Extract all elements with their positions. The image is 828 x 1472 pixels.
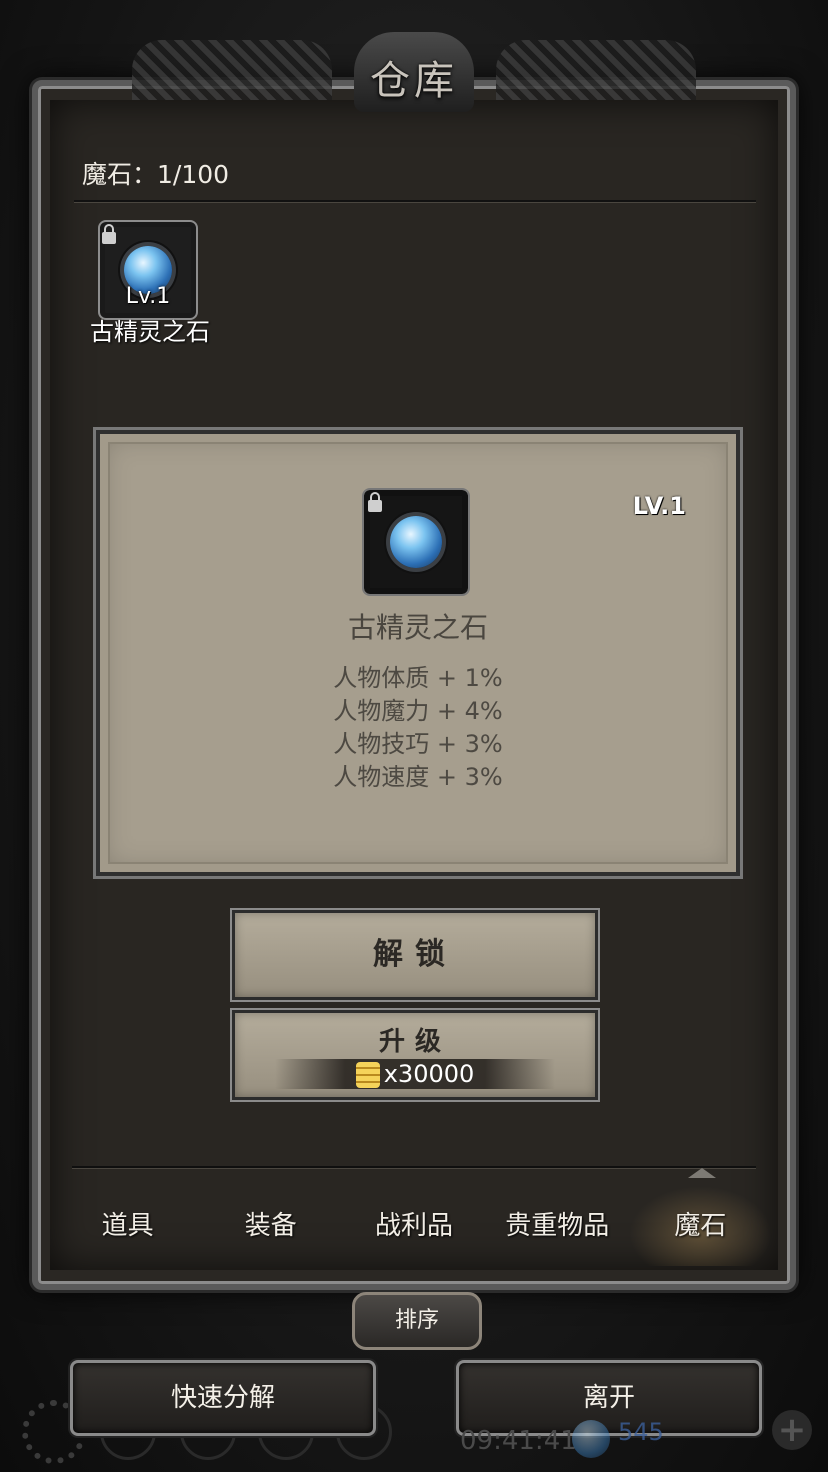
stat-constitution: 人物体质 + 1% xyxy=(333,664,503,692)
leave-button[interactable]: 离开 xyxy=(456,1360,762,1436)
active-tab-indicator-icon xyxy=(688,1168,716,1178)
category-tabs: 道具 装备 战利品 贵重物品 魔石 xyxy=(56,1186,773,1266)
sort-button[interactable]: 排序 xyxy=(352,1292,482,1350)
blue-magic-stone-icon xyxy=(390,516,442,568)
lock-icon xyxy=(102,224,116,244)
gold-coin-icon xyxy=(355,1062,380,1088)
stat-list: 人物体质 + 1% 人物魔力 + 4% 人物技巧 + 3% 人物速度 + 3% xyxy=(100,662,736,794)
detail-level: LV.1 xyxy=(632,492,686,520)
item-slot-ancient-elf-stone[interactable]: Lv.1 xyxy=(98,220,198,320)
lock-icon xyxy=(368,492,382,512)
tab-valuables[interactable]: 贵重物品 xyxy=(486,1186,629,1266)
gem-currency-icon xyxy=(572,1420,610,1458)
unlock-label: 解锁 xyxy=(373,937,457,972)
upgrade-label: 升级 xyxy=(378,1027,451,1057)
add-currency-icon[interactable]: + xyxy=(772,1410,812,1450)
tab-divider xyxy=(72,1166,756,1168)
stone-capacity: 魔石：1/100 xyxy=(82,160,230,189)
divider xyxy=(74,200,756,202)
detail-item-icon-slot xyxy=(362,488,470,596)
tab-items[interactable]: 道具 xyxy=(56,1186,199,1266)
stat-skill: 人物技巧 + 3% xyxy=(333,730,503,758)
upgrade-button[interactable]: 升级 x30000 xyxy=(232,1010,598,1100)
slot-item-name: 古精灵之石 xyxy=(90,318,210,346)
window-title: 仓库 xyxy=(370,58,458,104)
quick-decompose-button[interactable]: 快速分解 xyxy=(70,1360,376,1436)
clock: 09:41:41 xyxy=(460,1426,577,1456)
tab-magic-stones[interactable]: 魔石 xyxy=(628,1186,773,1266)
stat-magic: 人物魔力 + 4% xyxy=(333,697,503,725)
slot-level: Lv.1 xyxy=(125,284,171,309)
detail-item-name: 古精灵之石 xyxy=(347,611,488,644)
unlock-button[interactable]: 解锁 xyxy=(232,910,598,1000)
item-detail-panel: LV.1 古精灵之石 人物体质 + 1% 人物魔力 + 4% 人物技巧 + 3%… xyxy=(96,430,740,876)
tab-loot[interactable]: 战利品 xyxy=(342,1186,485,1266)
gem-count: 545 xyxy=(618,1418,664,1446)
stat-speed: 人物速度 + 3% xyxy=(333,763,503,791)
upgrade-cost: x30000 xyxy=(275,1059,555,1089)
tab-equipment[interactable]: 装备 xyxy=(199,1186,342,1266)
upgrade-cost-value: x30000 xyxy=(383,1060,475,1088)
